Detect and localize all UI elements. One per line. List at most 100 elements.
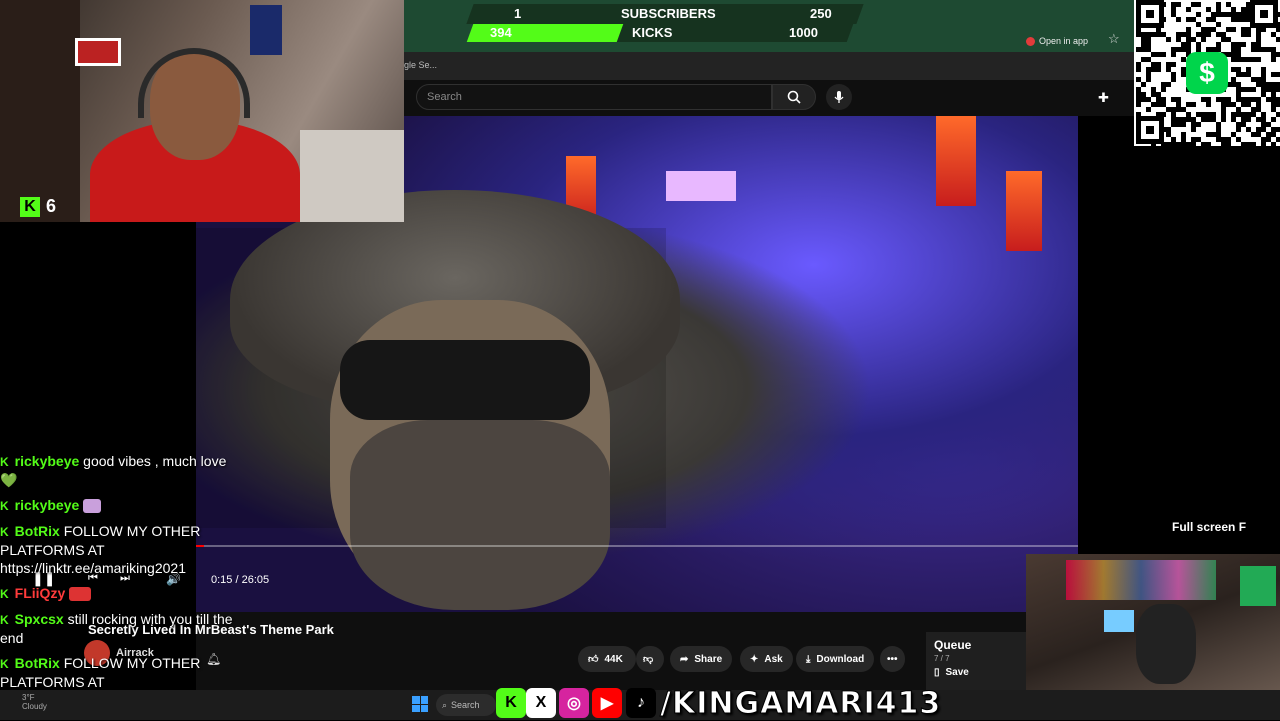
share-button[interactable]: ➦ Share bbox=[670, 646, 733, 672]
qr-module bbox=[1271, 97, 1276, 102]
qr-module bbox=[1151, 87, 1156, 92]
qr-module bbox=[1271, 92, 1276, 97]
save-button[interactable]: ▯ Save bbox=[934, 667, 1018, 678]
qr-module bbox=[1251, 42, 1256, 47]
qr-module bbox=[1221, 112, 1226, 117]
qr-module bbox=[1141, 57, 1146, 62]
qr-module bbox=[1206, 27, 1211, 32]
windows-start-icon[interactable] bbox=[412, 696, 428, 712]
qr-module bbox=[1236, 107, 1241, 112]
qr-module bbox=[1276, 102, 1280, 107]
qr-module bbox=[1186, 32, 1191, 37]
qr-module bbox=[1176, 37, 1181, 42]
qr-module bbox=[1211, 27, 1216, 32]
video-progress-track[interactable] bbox=[196, 545, 1078, 547]
qr-module bbox=[1276, 137, 1280, 142]
qr-module bbox=[1201, 117, 1206, 122]
qr-module bbox=[1266, 122, 1271, 127]
subscribers-label: SUBSCRIBERS bbox=[621, 6, 716, 21]
qr-module bbox=[1146, 77, 1151, 82]
qr-module bbox=[1166, 142, 1171, 146]
qr-module bbox=[1256, 127, 1261, 132]
qr-module bbox=[1241, 117, 1246, 122]
dislike-button[interactable]: 👎︎ bbox=[636, 646, 664, 672]
qr-module bbox=[1231, 82, 1236, 87]
qr-module bbox=[1186, 117, 1191, 122]
taskbar-search[interactable]: ⌕ Search bbox=[436, 694, 496, 716]
share-label: Share bbox=[694, 653, 723, 665]
qr-module bbox=[1221, 137, 1226, 142]
qr-module bbox=[1261, 72, 1266, 77]
create-icon[interactable]: ✚ bbox=[1098, 90, 1109, 106]
search-input[interactable]: Search bbox=[416, 84, 772, 110]
qr-module bbox=[1271, 32, 1276, 37]
voice-search-button[interactable] bbox=[826, 84, 852, 110]
qr-module bbox=[1171, 7, 1176, 12]
download-label: Download bbox=[816, 653, 865, 665]
streamer-webcam bbox=[0, 0, 404, 222]
qr-module bbox=[1251, 57, 1256, 62]
qr-module bbox=[1161, 102, 1166, 107]
qr-module bbox=[1176, 107, 1181, 112]
qr-module bbox=[1231, 67, 1236, 72]
qr-module bbox=[1156, 67, 1161, 72]
qr-module bbox=[1171, 112, 1176, 117]
qr-module bbox=[1276, 72, 1280, 77]
qr-module bbox=[1271, 102, 1276, 107]
qr-module bbox=[1246, 112, 1251, 117]
qr-module bbox=[1271, 127, 1276, 132]
kick-logo-icon: K bbox=[20, 196, 40, 217]
qr-module bbox=[1176, 102, 1181, 107]
qr-module bbox=[1231, 7, 1236, 12]
qr-module bbox=[1216, 7, 1221, 12]
qr-module bbox=[1176, 32, 1181, 37]
ask-button[interactable]: ✦ Ask bbox=[740, 646, 793, 672]
search-button[interactable] bbox=[772, 84, 816, 110]
weather-temp: 3°F bbox=[22, 693, 35, 702]
more-actions-button[interactable]: ••• bbox=[880, 646, 905, 672]
qr-module bbox=[1226, 97, 1231, 102]
qr-module bbox=[1196, 32, 1201, 37]
bookmark-fragment[interactable]: gle Se... bbox=[404, 60, 437, 70]
qr-module bbox=[1216, 132, 1221, 137]
qr-module bbox=[1201, 97, 1206, 102]
qr-module bbox=[1166, 82, 1171, 87]
qr-module bbox=[1256, 42, 1261, 47]
qr-module bbox=[1241, 27, 1246, 32]
bed bbox=[300, 130, 404, 222]
cash-app-qr-code: $ bbox=[1134, 0, 1280, 146]
qr-module bbox=[1191, 122, 1196, 127]
qr-module bbox=[1226, 102, 1231, 107]
qr-module bbox=[1191, 17, 1196, 22]
qr-module bbox=[1191, 137, 1196, 142]
qr-module bbox=[1156, 102, 1161, 107]
qr-module bbox=[1236, 72, 1241, 77]
qr-module bbox=[1256, 82, 1261, 87]
qr-module bbox=[1201, 27, 1206, 32]
qr-module bbox=[1276, 127, 1280, 132]
thumbs-up-icon: 👍︎ bbox=[588, 654, 599, 665]
kick-icon: K bbox=[496, 688, 526, 718]
ask-label: Ask bbox=[764, 653, 783, 665]
qr-module bbox=[1236, 42, 1241, 47]
qr-module bbox=[1146, 47, 1151, 52]
download-button[interactable]: ⤓ Download bbox=[796, 646, 875, 672]
chat-username: BotRix bbox=[14, 523, 60, 539]
qr-module bbox=[1251, 77, 1256, 82]
chat-username: FLiiQzy bbox=[14, 585, 66, 601]
kick-badge-icon: K bbox=[0, 525, 9, 539]
qr-module bbox=[1136, 92, 1141, 97]
qr-module bbox=[1266, 137, 1271, 142]
like-button[interactable]: 👍︎ 44K bbox=[578, 646, 636, 672]
qr-module bbox=[1191, 127, 1196, 132]
qr-module bbox=[1161, 97, 1166, 102]
qr-module bbox=[1196, 2, 1201, 7]
qr-module bbox=[1261, 77, 1266, 82]
queue-panel[interactable]: Queue 7 / 7 ▯ Save bbox=[926, 632, 1026, 690]
bookmark-star-icon[interactable]: ☆ bbox=[1108, 31, 1120, 47]
qr-module bbox=[1166, 62, 1171, 67]
open-in-app-button[interactable]: Open in app bbox=[1026, 33, 1088, 49]
qr-module bbox=[1151, 102, 1156, 107]
chat-text: good vibes , much love bbox=[83, 453, 227, 469]
weather-widget[interactable]: 3°F Cloudy bbox=[22, 693, 47, 711]
